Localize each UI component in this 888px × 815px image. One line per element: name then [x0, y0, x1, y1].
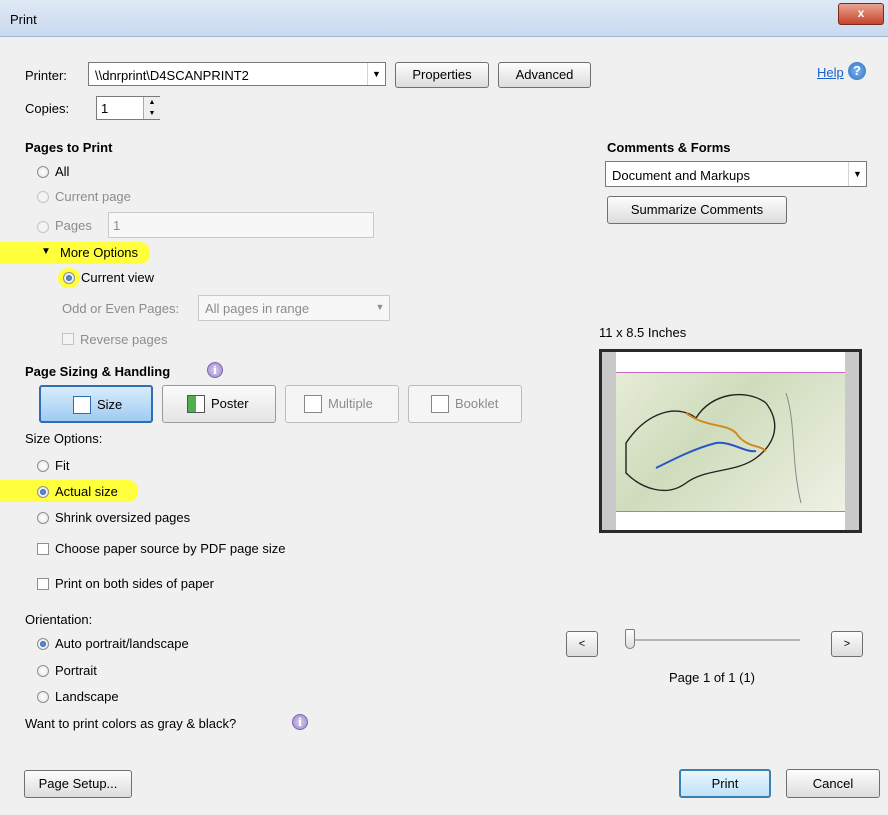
multiple-icon	[304, 395, 322, 413]
odd-even-value: All pages in range	[205, 301, 310, 316]
pages-to-print-heading: Pages to Print	[25, 140, 113, 155]
help-icon[interactable]: ?	[848, 62, 866, 80]
orientation-heading: Orientation:	[25, 612, 93, 627]
fit-radio[interactable]	[37, 460, 49, 472]
current-view-label: Current view	[81, 270, 154, 285]
multiple-button[interactable]: Multiple	[285, 385, 399, 423]
multiple-button-label: Multiple	[328, 396, 373, 411]
preview-margin	[845, 352, 859, 530]
cancel-button[interactable]: Cancel	[786, 769, 880, 798]
actual-size-label: Actual size	[55, 484, 118, 499]
close-icon: x	[857, 6, 865, 20]
landscape-radio[interactable]	[37, 691, 49, 703]
chevron-down-icon: ▼	[848, 162, 866, 186]
paper-source-label: Choose paper source by PDF page size	[55, 541, 286, 556]
stepper-down-icon[interactable]: ▼	[143, 108, 160, 119]
printer-value: \\dnrprint\D4SCANPRINT2	[95, 68, 249, 83]
auto-orientation-label: Auto portrait/landscape	[55, 636, 189, 651]
map-contours	[625, 392, 802, 504]
copies-label: Copies:	[25, 101, 70, 116]
pages-range-value: 1	[113, 218, 121, 233]
portrait-radio[interactable]	[37, 665, 49, 677]
both-sides-checkbox[interactable]	[37, 578, 49, 590]
shrink-radio[interactable]	[37, 512, 49, 524]
reverse-pages-checkbox[interactable]	[62, 333, 74, 345]
preview-margin	[602, 352, 616, 530]
booklet-button[interactable]: Booklet	[408, 385, 522, 423]
triangle-down-icon[interactable]: ▼	[41, 246, 51, 257]
map-preview-image	[616, 372, 845, 512]
paper-source-checkbox[interactable]	[37, 543, 49, 555]
previous-page-button[interactable]: <	[566, 631, 598, 657]
gray-print-label: Want to print colors as gray & black?	[25, 716, 237, 731]
current-page-radio[interactable]	[37, 191, 49, 203]
size-options-label: Size Options:	[25, 431, 103, 446]
chevron-down-icon: ▼	[375, 302, 385, 312]
info-icon[interactable]: i	[292, 714, 308, 730]
title-bar: Print x	[0, 0, 888, 37]
portrait-label: Portrait	[55, 663, 97, 678]
copies-value: 1	[101, 101, 109, 116]
current-view-radio[interactable]	[63, 272, 75, 284]
page-slider-handle[interactable]	[625, 629, 635, 649]
advanced-button[interactable]: Advanced	[498, 62, 591, 88]
poster-button[interactable]: Poster	[162, 385, 276, 423]
more-options-toggle[interactable]: More Options	[60, 245, 138, 260]
size-button-label: Size	[97, 397, 123, 412]
actual-size-radio[interactable]	[37, 486, 49, 498]
page-count-label: Page 1 of 1 (1)	[669, 670, 755, 685]
close-button[interactable]: x	[838, 3, 884, 25]
comments-forms-heading: Comments & Forms	[607, 140, 731, 155]
print-preview	[599, 349, 862, 533]
printer-select[interactable]: \\dnrprint\D4SCANPRINT2 ▼	[88, 62, 386, 86]
page-slider-track[interactable]	[628, 639, 800, 641]
all-radio[interactable]	[37, 166, 49, 178]
pages-radio[interactable]	[37, 221, 49, 233]
summarize-comments-button[interactable]: Summarize Comments	[607, 196, 787, 224]
pages-label: Pages	[55, 218, 92, 233]
next-page-button[interactable]: >	[831, 631, 863, 657]
pages-range-input[interactable]: 1	[108, 212, 374, 238]
auto-orientation-radio[interactable]	[37, 638, 49, 650]
poster-icon	[187, 395, 205, 413]
chevron-down-icon: ▼	[367, 63, 385, 85]
info-icon[interactable]: i	[207, 362, 223, 378]
window-title: Print	[10, 12, 37, 27]
page-sizing-heading: Page Sizing & Handling	[25, 364, 171, 379]
odd-even-select[interactable]: All pages in range ▼	[198, 295, 390, 321]
current-page-label: Current page	[55, 189, 131, 204]
shrink-label: Shrink oversized pages	[55, 510, 191, 525]
printer-label: Printer:	[25, 68, 67, 83]
print-button[interactable]: Print	[679, 769, 771, 798]
properties-button[interactable]: Properties	[395, 62, 489, 88]
help-link[interactable]: Help	[817, 65, 844, 80]
booklet-button-label: Booklet	[455, 396, 499, 411]
all-label: All	[55, 164, 70, 179]
copies-stepper[interactable]: 1 ▲ ▼	[96, 96, 160, 120]
both-sides-label: Print on both sides of paper	[55, 576, 214, 591]
reverse-pages-label: Reverse pages	[80, 332, 168, 347]
odd-even-label: Odd or Even Pages:	[62, 301, 180, 316]
landscape-label: Landscape	[55, 689, 119, 704]
comments-forms-value: Document and Markups	[612, 168, 751, 183]
size-button[interactable]: Size	[39, 385, 153, 423]
print-dialog: Print x Printer: \\dnrprint\D4SCANPRINT2…	[0, 0, 888, 815]
booklet-icon	[431, 395, 449, 413]
comments-forms-select[interactable]: Document and Markups ▼	[605, 161, 867, 187]
size-icon	[73, 396, 91, 414]
fit-label: Fit	[55, 458, 70, 473]
paper-size-label: 11 x 8.5 Inches	[599, 325, 687, 340]
page-setup-button[interactable]: Page Setup...	[24, 770, 132, 798]
poster-button-label: Poster	[211, 396, 249, 411]
